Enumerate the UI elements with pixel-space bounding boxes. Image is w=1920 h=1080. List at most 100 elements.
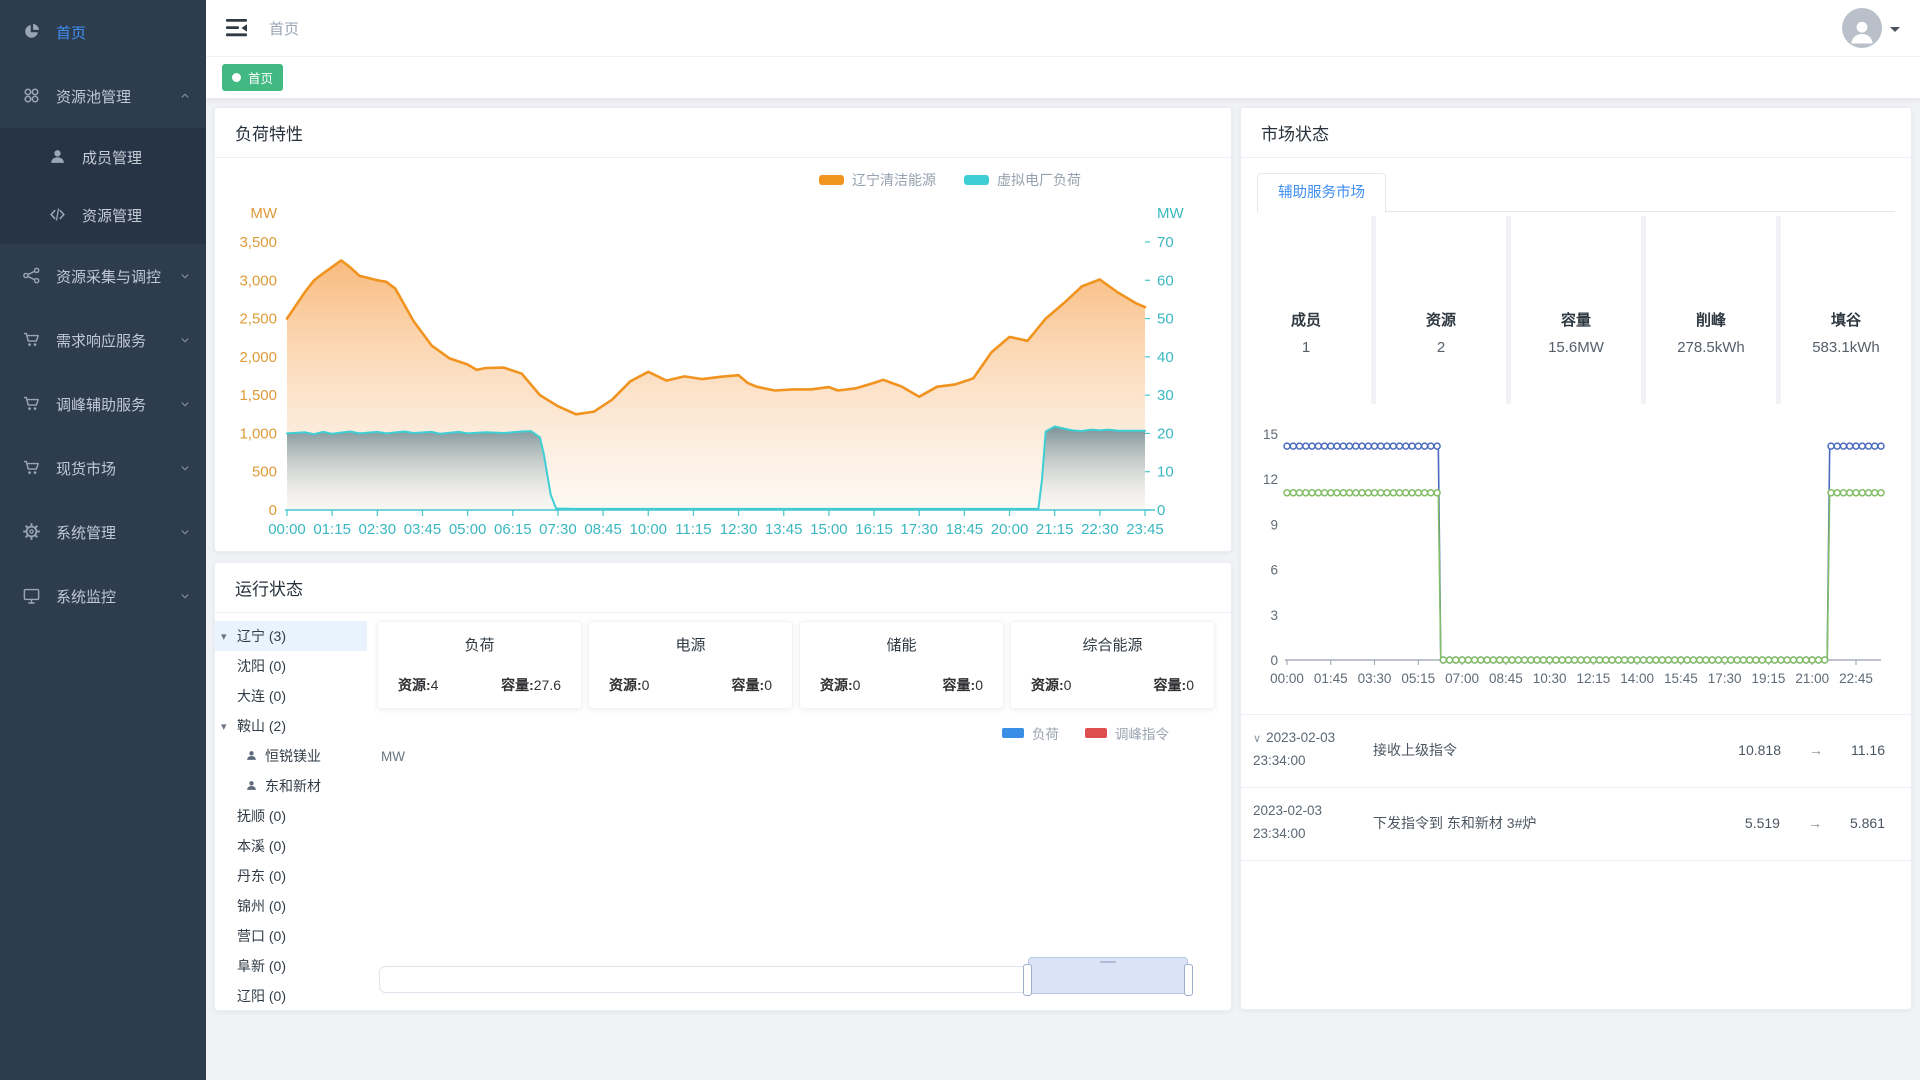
sidebar-item-label: 需求响应服务 <box>56 330 178 351</box>
tree-node-2[interactable]: 大连 (0) <box>215 681 367 711</box>
sidebar-item-5[interactable]: 现货市场 <box>0 436 206 500</box>
sidebar-item-2[interactable]: 资源采集与调控 <box>0 244 206 308</box>
svg-text:06:15: 06:15 <box>494 521 532 538</box>
share-icon <box>22 266 42 286</box>
dashboard-icon <box>22 22 42 42</box>
app-root: 首页资源池管理成员管理资源管理资源采集与调控需求响应服务调峰辅助服务现货市场系统… <box>0 0 1920 1080</box>
stat-value: 资源:0 <box>820 675 860 695</box>
sidebar-item-4[interactable]: 调峰辅助服务 <box>0 372 206 436</box>
avatar[interactable] <box>1842 8 1882 48</box>
resource-card-stats: 资源:0容量:0 <box>1031 675 1194 695</box>
chevron-down-icon[interactable]: ∨ <box>1253 733 1261 745</box>
sidebar-item-7[interactable]: 系统监控 <box>0 564 206 628</box>
event-description: 下发指令到 东和新材 3#炉 <box>1359 813 1745 833</box>
user-icon <box>245 749 261 763</box>
sidebar: 首页资源池管理成员管理资源管理资源采集与调控需求响应服务调峰辅助服务现货市场系统… <box>0 0 206 1080</box>
tree-node-5[interactable]: 东和新材 <box>215 771 367 801</box>
svg-text:70: 70 <box>1157 234 1174 251</box>
tree-node-label: 东和新材 <box>265 776 321 796</box>
tags-bar: 首页 <box>206 57 1920 99</box>
market-stat-3: 削峰278.5kWh <box>1646 216 1776 404</box>
sidebar-item-3[interactable]: 需求响应服务 <box>0 308 206 372</box>
tree-node-11[interactable]: 阜新 (0) <box>215 951 367 981</box>
tree-node-4[interactable]: 恒锐镁业 <box>215 741 367 771</box>
svg-text:10: 10 <box>1157 464 1174 481</box>
panel-title: 运行状态 <box>215 563 1231 613</box>
load-characteristics-panel: 负荷特性 辽宁清洁能源虚拟电厂负荷 00:0001:1502:3003:4505… <box>214 107 1232 552</box>
sidebar-toggle-icon[interactable] <box>226 19 247 37</box>
sidebar-item-6[interactable]: 系统管理 <box>0 500 206 564</box>
caret-expanded-icon[interactable]: ▾ <box>221 630 237 643</box>
legend-item-1[interactable]: 调峰指令 <box>1085 723 1169 743</box>
tree-node-6[interactable]: 抚顺 (0) <box>215 801 367 831</box>
stat-value: 容量:0 <box>943 675 983 695</box>
tag-home[interactable]: 首页 <box>222 64 283 91</box>
tree-node-7[interactable]: 本溪 (0) <box>215 831 367 861</box>
svg-text:01:45: 01:45 <box>1314 671 1348 686</box>
run-status-panel: 运行状态 ▾辽宁 (3)沈阳 (0)大连 (0)▾鞍山 (2)恒锐镁业东和新材抚… <box>214 562 1232 1011</box>
sidebar-subitem-1-1[interactable]: 资源管理 <box>0 186 206 244</box>
tree-node-1[interactable]: 沈阳 (0) <box>215 651 367 681</box>
legend-item-0[interactable]: 负荷 <box>1002 723 1059 743</box>
tree-node-8[interactable]: 丹东 (0) <box>215 861 367 891</box>
market-stat-value: 278.5kWh <box>1677 339 1745 356</box>
resource-card-0: 负荷资源:4容量:27.6 <box>377 621 582 709</box>
tree-node-label: 本溪 (0) <box>237 836 286 856</box>
slider-handle-left[interactable] <box>1023 964 1032 996</box>
code-icon <box>48 205 68 225</box>
svg-text:18:45: 18:45 <box>946 521 984 538</box>
legend-swatch-icon <box>964 175 989 185</box>
main-area: 首页 首页 负荷特性 辽宁清洁能源虚拟电厂负荷 00:0001:1502:300… <box>206 0 1920 1080</box>
tree-node-12[interactable]: 辽阳 (0) <box>215 981 367 1010</box>
breadcrumb[interactable]: 首页 <box>269 18 299 39</box>
slider-grip[interactable] <box>1028 957 1188 966</box>
tree-node-0[interactable]: ▾辽宁 (3) <box>215 621 367 651</box>
sidebar-subitem-1-0[interactable]: 成员管理 <box>0 128 206 186</box>
market-tabs: 辅助服务市场 <box>1257 172 1895 212</box>
tree-node-3[interactable]: ▾鞍山 (2) <box>215 711 367 741</box>
market-stat-2: 容量15.6MW <box>1511 216 1641 404</box>
svg-text:13:45: 13:45 <box>765 521 803 538</box>
caret-expanded-icon[interactable]: ▾ <box>221 720 237 733</box>
tree-node-label: 阜新 (0) <box>237 956 286 976</box>
market-stats-row: 成员1资源2容量15.6MW削峰278.5kWh填谷583.1kWh <box>1241 216 1911 404</box>
tree-node-label: 丹东 (0) <box>237 866 286 886</box>
slider-handle-right[interactable] <box>1184 964 1193 996</box>
event-row-1[interactable]: 2023-02-03 23:34:00下发指令到 东和新材 3#炉5.519→5… <box>1241 788 1911 861</box>
svg-text:01:15: 01:15 <box>313 521 351 538</box>
svg-text:02:30: 02:30 <box>359 521 397 538</box>
resource-card-stats: 资源:0 容量:0 <box>820 675 983 695</box>
svg-text:9: 9 <box>1270 517 1278 532</box>
stat-value: 容量:0 <box>1154 675 1194 695</box>
slider-window[interactable] <box>1027 965 1189 994</box>
tab-ancillary-market[interactable]: 辅助服务市场 <box>1257 173 1386 213</box>
market-stat-0: 成员1 <box>1241 216 1371 404</box>
user-dropdown-caret-icon[interactable] <box>1890 27 1900 37</box>
svg-text:19:15: 19:15 <box>1752 671 1786 686</box>
market-stat-label: 成员 <box>1291 309 1321 330</box>
tree-node-label: 辽宁 (3) <box>237 626 286 646</box>
svg-text:3,000: 3,000 <box>239 272 277 289</box>
resource-card-1: 电源资源:0容量:0 <box>588 621 793 709</box>
legend-item-0[interactable]: 辽宁清洁能源 <box>819 170 936 190</box>
market-stat-1: 资源2 <box>1376 216 1506 404</box>
tree-node-label: 营口 (0) <box>237 926 286 946</box>
svg-text:07:30: 07:30 <box>539 521 577 538</box>
load-characteristics-chart: 00:0001:1502:3003:4505:0006:1507:3008:45… <box>233 158 1213 556</box>
svg-text:14:00: 14:00 <box>1620 671 1654 686</box>
legend-item-1[interactable]: 虚拟电厂负荷 <box>964 170 1081 190</box>
sidebar-item-0[interactable]: 首页 <box>0 0 206 64</box>
tree-node-label: 辽阳 (0) <box>237 986 286 1006</box>
run-status-right: 负荷资源:4容量:27.6电源资源:0容量:0储能资源:0容量:0综合能源资源:… <box>367 621 1231 1010</box>
event-from-value: 10.818 <box>1738 742 1781 758</box>
legend-label: 辽宁清洁能源 <box>852 170 936 190</box>
sidebar-item-label: 现货市场 <box>56 458 178 479</box>
sidebar-item-1[interactable]: 资源池管理 <box>0 64 206 128</box>
svg-text:20: 20 <box>1157 425 1174 442</box>
user-icon <box>48 147 68 167</box>
event-row-0[interactable]: ∨2023-02-03 23:34:00接收上级指令10.818→11.16 <box>1241 715 1911 788</box>
tree-node-9[interactable]: 锦州 (0) <box>215 891 367 921</box>
tree-node-10[interactable]: 营口 (0) <box>215 921 367 951</box>
panel-title: 负荷特性 <box>215 108 1231 158</box>
tree-node-label: 锦州 (0) <box>237 896 286 916</box>
